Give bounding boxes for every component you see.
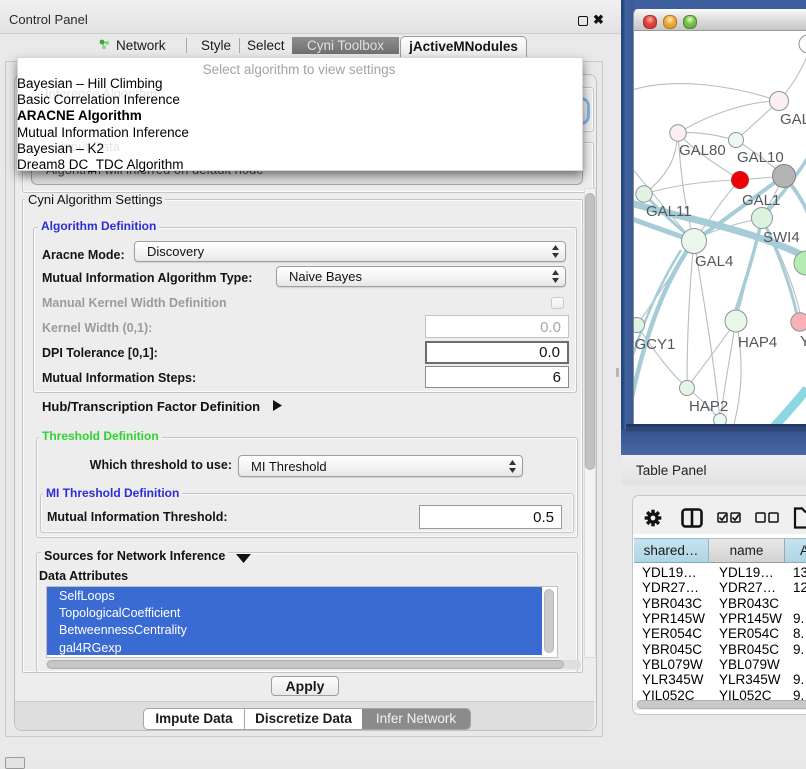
svg-text:Y: Y xyxy=(800,333,806,350)
svg-text:HAP4: HAP4 xyxy=(738,334,777,351)
svg-text:GCY1: GCY1 xyxy=(635,336,676,353)
svg-text:SWI4: SWI4 xyxy=(763,229,800,246)
svg-text:GAL1: GAL1 xyxy=(742,192,780,209)
svg-text:HAP2: HAP2 xyxy=(689,398,728,415)
svg-text:GAL80: GAL80 xyxy=(679,142,726,159)
svg-text:GAL10: GAL10 xyxy=(737,149,784,166)
svg-text:GAL11: GAL11 xyxy=(646,203,692,220)
svg-text:GAL: GAL xyxy=(780,111,806,128)
svg-text:GAL4: GAL4 xyxy=(695,253,733,270)
